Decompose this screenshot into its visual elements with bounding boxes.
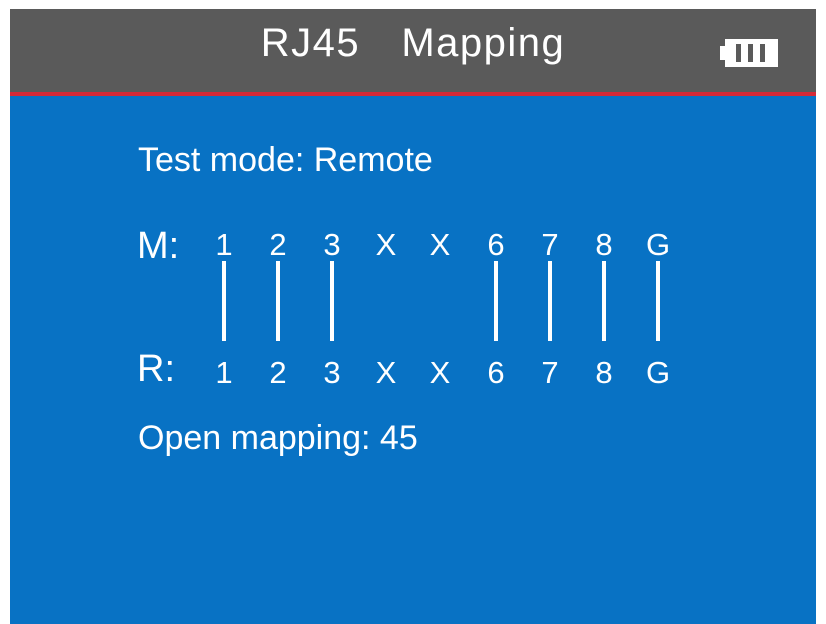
- battery-cell-separator: [736, 44, 741, 62]
- remote-pin: 1: [215, 355, 233, 390]
- battery-body: [725, 39, 778, 67]
- wire-connection: [602, 261, 606, 341]
- remote-pin: 3: [323, 355, 341, 390]
- main-pin: G: [645, 227, 671, 262]
- wire-connection: [276, 261, 280, 341]
- wire-connection: [656, 261, 660, 341]
- main-pin: X: [375, 227, 397, 262]
- main-pin: 2: [269, 227, 287, 262]
- wire-connection: [494, 261, 498, 341]
- main-pin: 7: [541, 227, 559, 262]
- remote-pin: 6: [487, 355, 505, 390]
- header-divider: [10, 92, 816, 96]
- remote-pin: X: [429, 355, 451, 390]
- battery-cell-separator: [760, 44, 765, 62]
- wire-connection: [222, 261, 226, 341]
- main-pin: 1: [215, 227, 233, 262]
- remote-pin: G: [645, 355, 671, 390]
- main-row-label: M:: [137, 225, 180, 267]
- main-pin: X: [429, 227, 451, 262]
- main-pin: 6: [487, 227, 505, 262]
- remote-pin: 2: [269, 355, 287, 390]
- test-mode-label: Test mode: Remote: [138, 141, 433, 179]
- remote-pin: X: [375, 355, 397, 390]
- wire-connection: [330, 261, 334, 341]
- main-pin: 8: [595, 227, 613, 262]
- page-title: RJ45 Mapping: [260, 21, 566, 65]
- tester-screen: RJ45 Mapping Test mode: Remote M: R: 1 1 2…: [10, 9, 816, 624]
- remote-pin: 7: [541, 355, 559, 390]
- battery-cell-separator: [748, 44, 753, 62]
- wire-connection: [548, 261, 552, 341]
- header-bar: RJ45 Mapping: [10, 9, 816, 92]
- main-pin: 3: [323, 227, 341, 262]
- battery-full-icon: [720, 39, 778, 67]
- remote-row-label: R:: [137, 348, 175, 390]
- open-mapping-label: Open mapping: 45: [138, 419, 418, 457]
- remote-pin: 8: [595, 355, 613, 390]
